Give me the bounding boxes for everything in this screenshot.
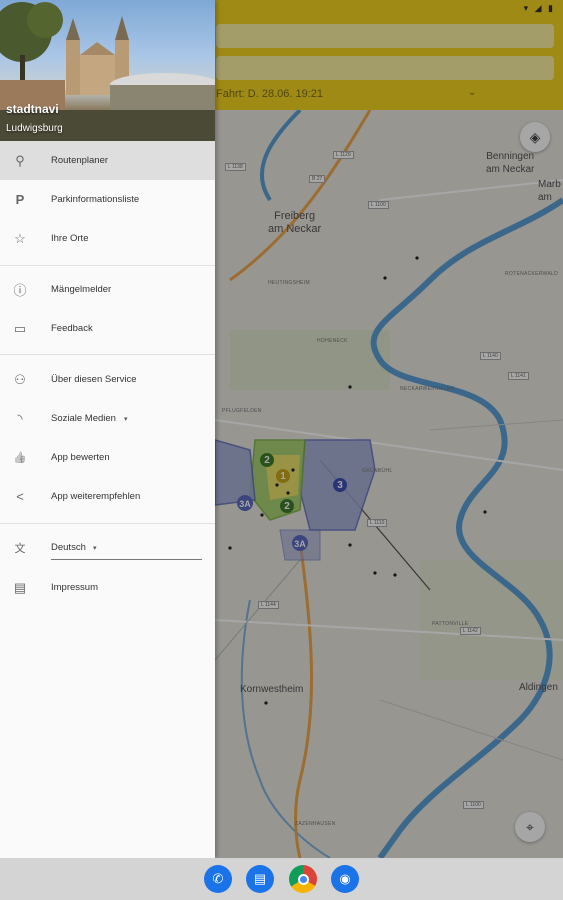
divider [0, 354, 215, 355]
camera-icon: ◉ [339, 871, 351, 886]
language-value: Deutsch [51, 542, 86, 553]
menu-item-soziale-medien[interactable]: ◝ Soziale Medien ▾ [0, 399, 215, 438]
menu-item-label: App bewerten [51, 452, 110, 463]
phone-icon: ✆ [212, 871, 224, 886]
menu-item-feedback[interactable]: ▭ Feedback [0, 309, 215, 348]
chrome-app-button[interactable] [289, 865, 317, 893]
parking-icon: P [15, 192, 25, 207]
divider [0, 523, 215, 524]
header-photo [0, 2, 215, 141]
chrome-icon [297, 873, 309, 885]
menu-item-label: App weiterempfehlen [51, 491, 141, 502]
menu-item-label: Impressum [51, 582, 98, 593]
menu-item-parkinformationsliste[interactable]: P Parkinformationsliste [0, 180, 215, 219]
chevron-down-icon: ▾ [93, 544, 97, 552]
drawer-header: stadtnavi Ludwigsburg [0, 0, 215, 141]
messages-app-button[interactable]: ▤ [246, 865, 274, 893]
rss-icon: ◝ [17, 410, 23, 426]
menu-item-ueber-diesen-service[interactable]: ⚇ Über diesen Service [0, 360, 215, 399]
chevron-down-icon: ▾ [124, 415, 128, 423]
system-dock: ✆ ▤ ◉ [0, 858, 563, 900]
app-title: stadtnavi [6, 102, 59, 116]
menu-item-app-bewerten[interactable]: 👍 App bewerten [0, 438, 215, 477]
menu-item-label: Parkinformationsliste [51, 194, 140, 205]
share-icon: < [16, 489, 24, 504]
translate-icon: 文 [14, 542, 26, 555]
menu-item-label: Soziale Medien [51, 413, 116, 424]
menu-item-impressum[interactable]: ▤ Impressum [0, 568, 215, 607]
navigation-drawer: stadtnavi Ludwigsburg ⚲ Routenplaner P P… [0, 0, 215, 858]
location-pin-icon: ⚲ [15, 152, 25, 168]
language-underline [51, 559, 202, 560]
document-icon: ▤ [13, 579, 27, 595]
divider [0, 265, 215, 266]
phone-app-button[interactable]: ✆ [204, 865, 232, 893]
menu-item-label: Über diesen Service [51, 374, 137, 385]
star-icon: ☆ [14, 230, 26, 246]
city-name: Ludwigsburg [6, 123, 63, 134]
camera-app-button[interactable]: ◉ [331, 865, 359, 893]
feedback-icon: ▭ [13, 320, 27, 336]
messages-icon: ▤ [253, 871, 267, 886]
info-icon: ⓘ [13, 283, 27, 298]
group-icon: ⚇ [14, 371, 26, 387]
menu-item-label: Mängelmelder [51, 284, 112, 295]
menu-item-label: Ihre Orte [51, 233, 89, 244]
language-select[interactable]: 文 Deutsch ▾ [0, 528, 215, 567]
menu-item-label: Routenplaner [51, 155, 109, 166]
menu-item-maengelmelder[interactable]: ⓘ Mängelmelder [0, 270, 215, 309]
menu-item-ihre-orte[interactable]: ☆ Ihre Orte [0, 219, 215, 258]
menu-item-app-weiterempfehlen[interactable]: < App weiterempfehlen [0, 477, 215, 516]
menu-item-label: Feedback [51, 323, 93, 334]
thumb-up-icon: 👍 [13, 452, 27, 464]
menu-item-routenplaner[interactable]: ⚲ Routenplaner [0, 141, 215, 180]
